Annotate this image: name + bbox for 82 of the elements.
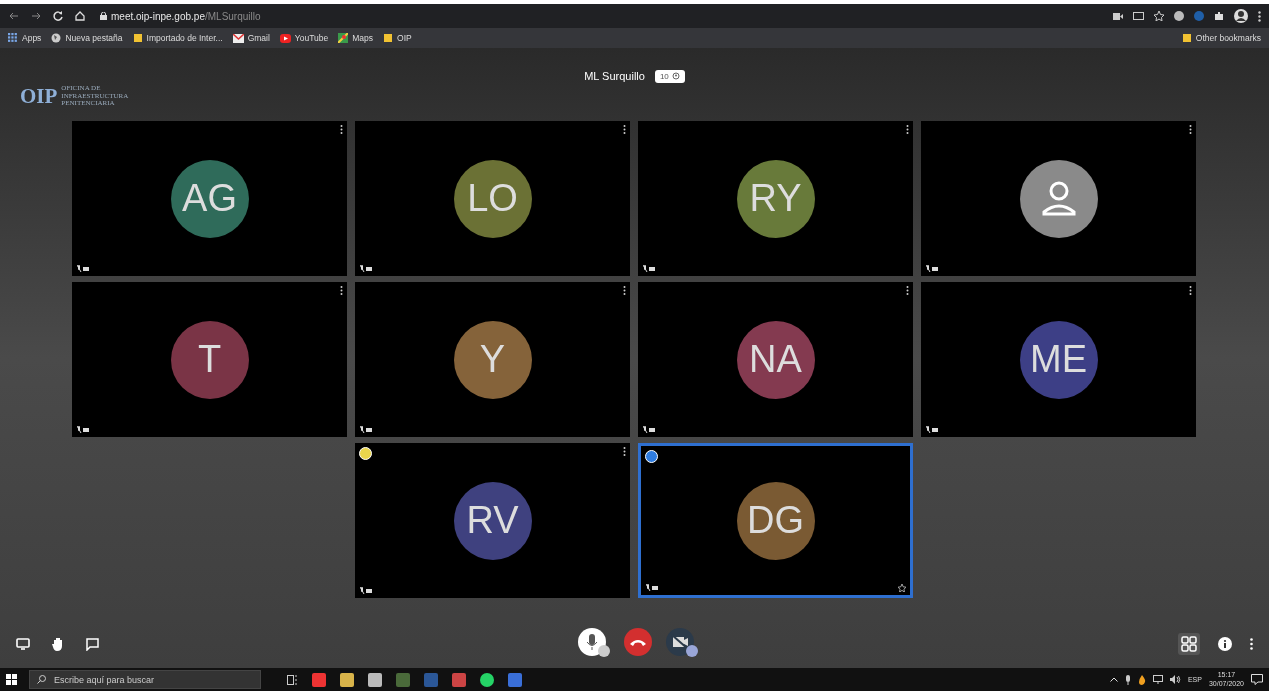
taskbar-app-icon[interactable]: [312, 672, 326, 687]
raise-hand-icon[interactable]: [52, 637, 64, 651]
initials-avatar: NA: [736, 320, 815, 399]
chevron-up-icon[interactable]: [1109, 677, 1118, 682]
forward-icon[interactable]: [30, 10, 42, 22]
pin-icon[interactable]: [898, 584, 906, 592]
profile-avatar-icon[interactable]: [1234, 9, 1248, 23]
taskbar-app-icon[interactable]: [480, 672, 494, 687]
present-screen-icon[interactable]: [16, 638, 30, 650]
participant-tile[interactable]: LO: [355, 121, 630, 276]
play-icon: [279, 33, 291, 43]
map-icon: [338, 33, 349, 43]
lock-icon: [100, 12, 107, 20]
participant-tile[interactable]: RV: [355, 443, 630, 598]
more-options-icon[interactable]: [906, 286, 909, 295]
more-options-icon[interactable]: [340, 286, 343, 295]
layout-grid-button[interactable]: [1178, 633, 1200, 655]
bookmark-link[interactable]: Gmail: [247, 33, 270, 43]
participant-tile[interactable]: DG: [638, 443, 913, 598]
address-field[interactable]: meet.oip-inpe.gob.pe/MLSurquillo: [111, 10, 261, 22]
bookmark-link[interactable]: Importado de Inter...: [146, 33, 223, 43]
taskbar-app-icon[interactable]: [340, 672, 354, 687]
star-icon[interactable]: [1154, 11, 1164, 21]
windows-start-icon[interactable]: [6, 674, 17, 685]
initials-avatar: T: [170, 320, 249, 399]
more-options-icon[interactable]: [623, 286, 626, 295]
initials-avatar: AG: [170, 159, 249, 238]
more-options-icon[interactable]: [1189, 125, 1192, 134]
microphone-icon[interactable]: [1124, 674, 1131, 685]
camera-off-button-icon[interactable]: [666, 628, 698, 658]
hang-up-button-icon[interactable]: [624, 628, 652, 656]
participant-count-button[interactable]: 10: [654, 69, 685, 83]
reload-icon[interactable]: [52, 10, 64, 22]
back-icon[interactable]: [8, 10, 20, 22]
more-options-icon[interactable]: [906, 125, 909, 134]
participant-tile[interactable]: AG: [72, 121, 347, 276]
bookmark-link[interactable]: Nueva pestaña: [65, 33, 123, 43]
participant-tile[interactable]: T: [72, 282, 347, 437]
speaker-icon[interactable]: [1169, 675, 1181, 684]
globe-icon: [51, 33, 62, 43]
more-options-icon[interactable]: [1189, 286, 1192, 295]
folder-icon: [383, 33, 394, 43]
cast-icon[interactable]: [1133, 12, 1144, 20]
participant-tile[interactable]: NA: [638, 282, 913, 437]
info-icon[interactable]: [1218, 637, 1232, 651]
participant-tile[interactable]: [921, 121, 1196, 276]
bookmark-link[interactable]: Other bookmarks: [1195, 33, 1261, 43]
mail-icon: [232, 33, 244, 43]
initials-avatar: Y: [453, 320, 532, 399]
home-icon[interactable]: [74, 10, 86, 22]
folder-icon: [1181, 33, 1192, 43]
bookmark-link[interactable]: Apps: [22, 33, 42, 43]
chat-icon[interactable]: [86, 637, 99, 651]
task-view-icon[interactable]: [287, 674, 298, 685]
more-options-icon[interactable]: [623, 447, 626, 456]
participant-tile[interactable]: ME: [921, 282, 1196, 437]
search-icon: [37, 675, 46, 684]
microphone-button-icon[interactable]: [578, 628, 610, 658]
extension-circle-icon[interactable]: [1174, 11, 1184, 21]
initials-avatar: RV: [453, 481, 532, 560]
bookmark-link[interactable]: Maps: [352, 33, 374, 43]
menu-icon[interactable]: [1258, 10, 1261, 22]
apps-grid-icon: [8, 33, 18, 43]
taskbar-search-field[interactable]: Escribe aquí para buscar: [29, 670, 261, 689]
initials-avatar: DG: [736, 481, 815, 560]
more-options-icon[interactable]: [623, 125, 626, 134]
logo-mark: OIP: [20, 84, 58, 109]
camera-icon[interactable]: [1113, 12, 1123, 20]
initials-avatar: RY: [736, 159, 815, 238]
more-options-icon[interactable]: [1250, 638, 1253, 650]
bookmark-link[interactable]: OIP: [397, 33, 412, 43]
folder-icon: [132, 33, 143, 43]
taskbar-app-icon[interactable]: [508, 672, 522, 687]
initials-avatar: ME: [1019, 320, 1098, 399]
bookmark-link[interactable]: YouTube: [294, 33, 329, 43]
meeting-title: ML Surquillo: [584, 70, 645, 82]
participant-tile[interactable]: Y: [355, 282, 630, 437]
taskbar-app-icon[interactable]: [368, 672, 382, 687]
taskbar-app-icon[interactable]: [452, 672, 466, 687]
more-options-icon[interactable]: [340, 125, 343, 134]
notification-icon[interactable]: [1251, 674, 1263, 685]
initials-avatar: LO: [453, 159, 532, 238]
